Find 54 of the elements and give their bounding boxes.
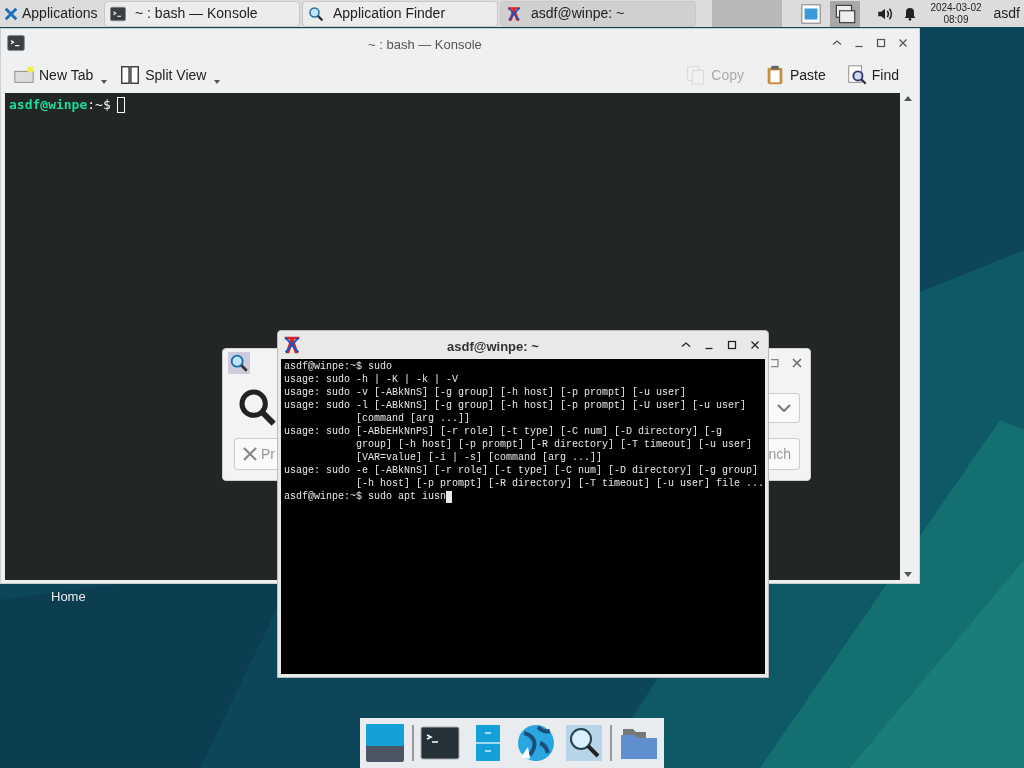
window-icon[interactable] [800, 2, 823, 25]
search-icon[interactable] [563, 723, 604, 763]
terminal-icon[interactable] [5, 33, 27, 53]
maximize-button[interactable] [875, 37, 887, 49]
terminal-line: [VAR=value] [-i | -s] [command [arg ...]] [355, 451, 603, 464]
terminal-line: usage: sudo -v [-ABkNnS] [-g group] [-h host] [-p prompt] [-u user] [284, 386, 687, 399]
dropdown-icon [101, 80, 108, 84]
terminal-line: [-h host] [-p prompt] [-R directory] [-T timeout] [-u user] file ... [355, 477, 765, 490]
maximize-button[interactable] [726, 339, 738, 351]
x-logo-icon [505, 4, 523, 23]
clock-date: 2024-03-02 [930, 1, 982, 14]
new-tab-icon [13, 64, 35, 86]
desktop-icon-label[interactable]: Home [51, 587, 86, 607]
applications-menu-button[interactable]: Applications [0, 0, 104, 27]
scroll-down-icon[interactable] [903, 572, 912, 577]
search-icon[interactable] [228, 352, 250, 374]
dropdown-icon [214, 80, 221, 84]
terminal-line: usage: sudo -e [-ABkNnS] [-r role] [-t type] [-C num] [-D directory] [-g group] [284, 464, 759, 477]
globe-icon[interactable] [515, 723, 556, 763]
toolbar-button[interactable]: New Tab [11, 61, 110, 89]
search-icon [307, 4, 325, 23]
search-icon [237, 387, 277, 427]
terminal-icon [109, 4, 127, 23]
terminal-line: usage: sudo -h | -K | -k | -V [284, 373, 459, 386]
terminal-line: asdf@winpe:~$ sudo apt iusn [284, 490, 453, 503]
clock[interactable]: 2024-03-02 08:09 [930, 1, 982, 26]
terminal-line: [command [arg ...]] [355, 412, 471, 425]
terminal-line: group] [-h host] [-p prompt] [-R directory] [-T timeout] [-u user] [355, 438, 753, 451]
text-cursor [446, 490, 453, 503]
close-button[interactable] [897, 37, 909, 49]
split-view-icon [119, 64, 142, 86]
prompt-line: asdf@winpe:~$ [5, 93, 900, 113]
toolbar-button[interactable]: Paste [761, 61, 828, 89]
user-name[interactable]: asdf [993, 3, 1020, 24]
taskbar-button[interactable]: ~ : bash — Konsole [104, 0, 300, 27]
window-title: asdf@winpe: ~ [447, 338, 539, 356]
terminal-line: usage: sudo [-ABbEHkNnPS] [-r role] [-t type] [-C num] [-D directory] [-g [284, 425, 723, 438]
terminal-line: usage: sudo -l [-ABkNnS] [-g group] [-h host] [-p prompt] [-U user] [-u user] [284, 399, 747, 412]
chevron-down-icon [777, 404, 791, 412]
taskbar-button[interactable]: Application Finder [302, 0, 498, 27]
taskbar-button[interactable]: asdf@winpe: ~ [500, 0, 696, 27]
clock-time: 08:09 [943, 13, 969, 26]
show-desktop-icon[interactable] [364, 723, 405, 763]
scroll-up-icon[interactable] [903, 96, 912, 101]
window-title: ~ : bash — Konsole [368, 36, 482, 54]
close-button[interactable] [749, 339, 761, 351]
terminal-icon[interactable] [420, 723, 461, 763]
terminal-line: asdf@winpe:~$ sudo [284, 360, 393, 373]
dropdown-button[interactable] [769, 393, 800, 423]
toolbar-button[interactable]: Split View [117, 61, 223, 89]
windows-stack-icon[interactable] [830, 0, 861, 27]
toolbar-button[interactable]: Find [843, 61, 901, 89]
text-cursor [116, 96, 125, 113]
search-icon [845, 64, 868, 86]
